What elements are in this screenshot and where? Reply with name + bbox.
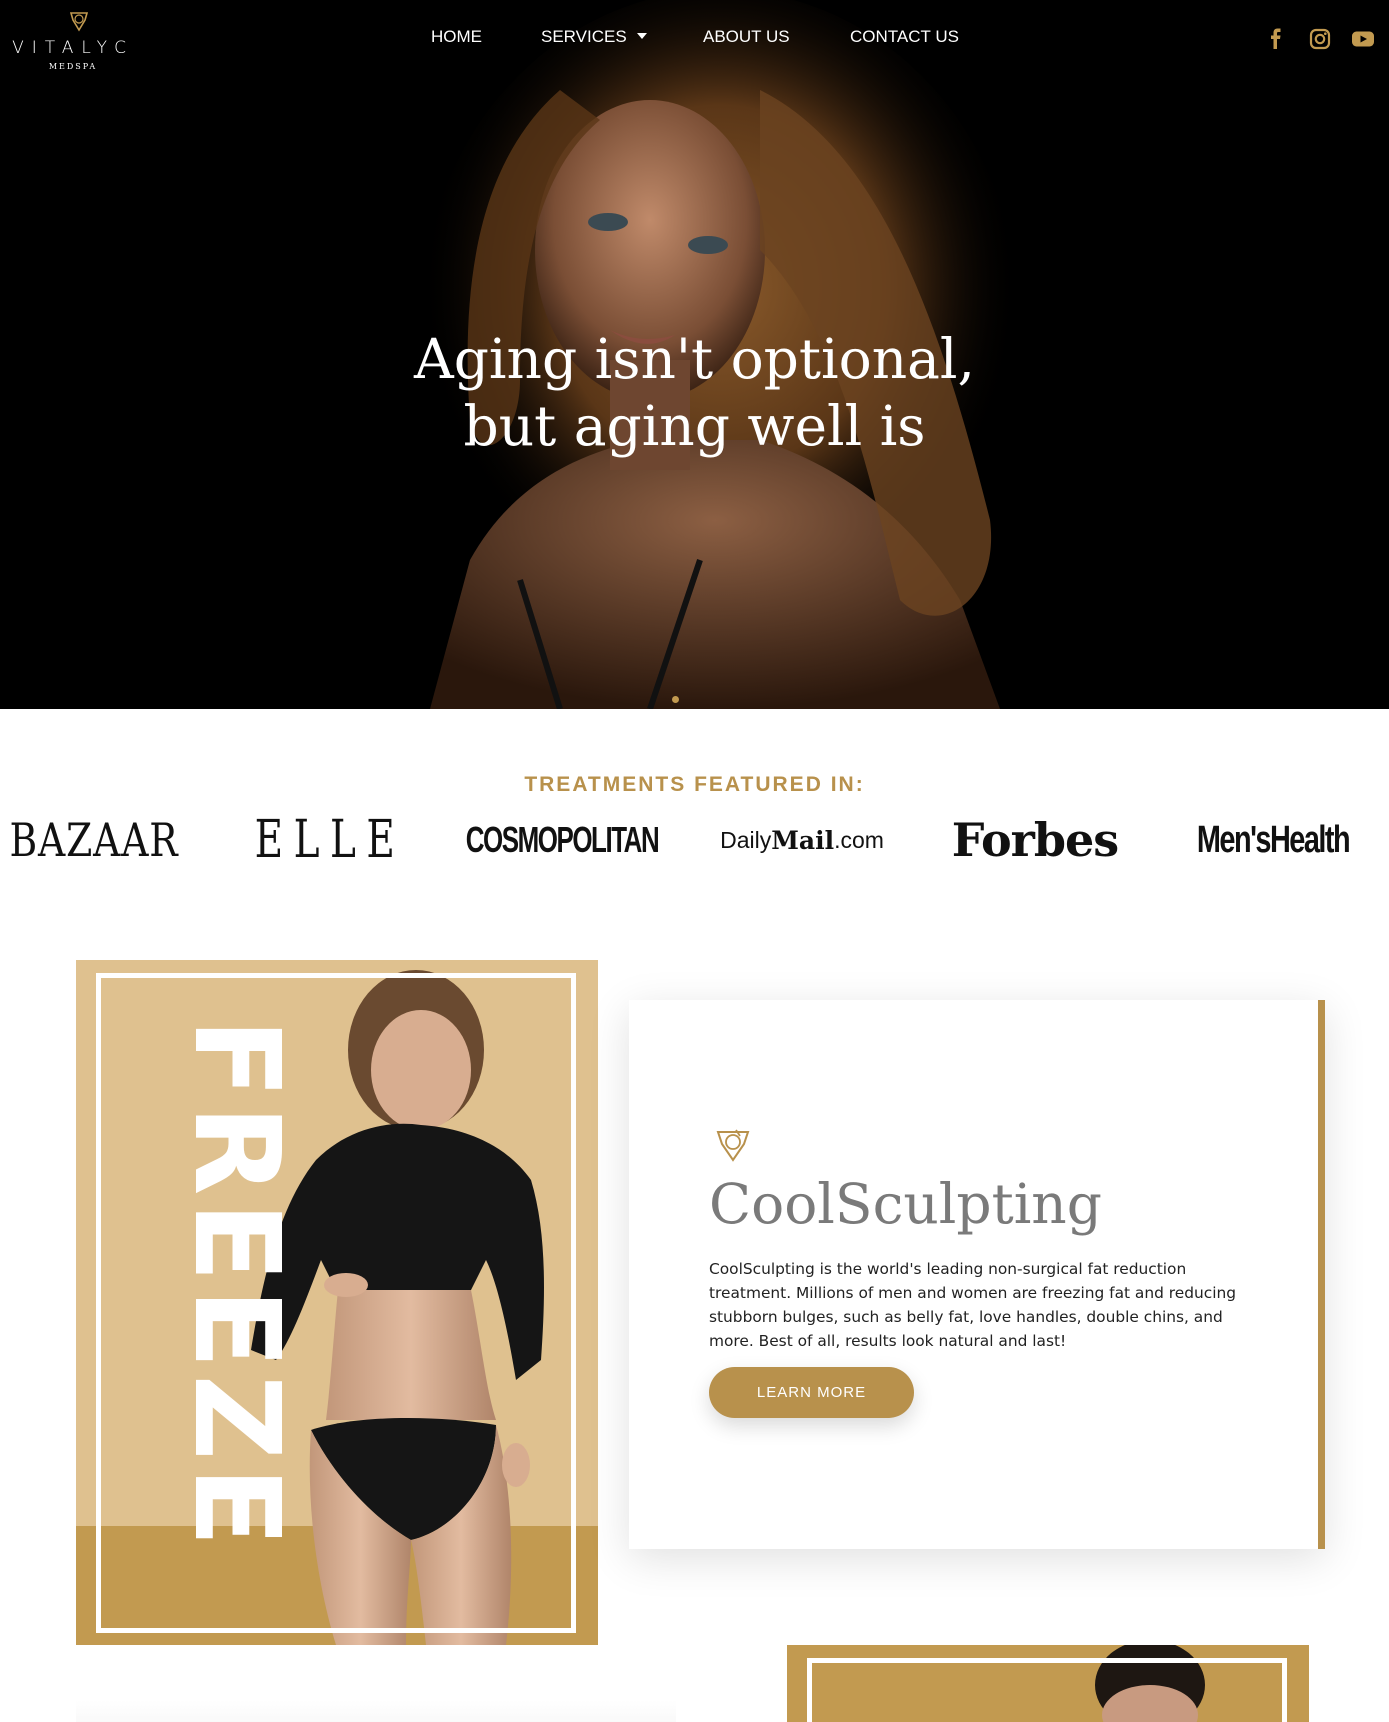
- freeze-vertical-word: FREEZE: [168, 1018, 306, 1553]
- logo-dailymail-part-3: .com: [834, 826, 884, 853]
- logo-subtitle: MEDSPA: [48, 62, 98, 71]
- logo-elle-text: ELLE: [254, 810, 406, 870]
- card-title: CoolSculpting: [709, 1172, 1102, 1236]
- logo-dailymail-part-1: Daily: [720, 826, 772, 853]
- instagram-icon[interactable]: [1307, 26, 1333, 52]
- caret-down-icon: [636, 33, 647, 39]
- next-card-shadow: [76, 1700, 676, 1722]
- coolsculpting-card: CoolSculpting CoolSculpting is the world…: [629, 1000, 1325, 1549]
- logo-mens-health: Men'sHealth: [1197, 812, 1351, 868]
- logo-forbes: Forbes: [950, 812, 1120, 868]
- logo-dailymail-part-2: Mail: [771, 825, 835, 855]
- nav-contact[interactable]: CONTACT US: [850, 27, 959, 47]
- logo-harpers-bazaar: BAZAAR: [10, 812, 178, 868]
- next-image-panel: [787, 1645, 1309, 1722]
- logo-elle: ELLE: [255, 810, 395, 870]
- nav-home[interactable]: HOME: [431, 27, 482, 47]
- featured-in-title: TREATMENTS FEATURED IN:: [524, 773, 865, 796]
- nav-services-label: SERVICES: [541, 27, 627, 46]
- card-description: CoolSculpting is the world's leading non…: [709, 1260, 1237, 1350]
- logo-cosmopolitan: COSMOPOLITAN: [466, 812, 660, 868]
- logo-forbes-text: Forbes: [951, 813, 1119, 867]
- brand-crest-icon: [716, 1129, 750, 1162]
- youtube-icon[interactable]: [1350, 26, 1376, 52]
- next-image-border: [807, 1658, 1287, 1722]
- logo-cosmopolitan-text: COSMOPOLITAN: [465, 819, 660, 860]
- card-accent-bar: [1318, 1000, 1325, 1549]
- hero-headline-line-1: Aging isn't optional,: [414, 327, 975, 391]
- logo-mens-health-text: Men'sHealth: [1196, 818, 1351, 861]
- facebook-icon[interactable]: [1263, 26, 1289, 52]
- logo-harpers-bazaar-text: BAZAAR: [9, 813, 179, 867]
- freeze-image-panel: FREEZE: [76, 960, 598, 1645]
- nav-about[interactable]: ABOUT US: [703, 27, 790, 47]
- hero-headline-line-2: but aging well is: [463, 394, 926, 458]
- learn-more-button[interactable]: LEARN MORE: [709, 1367, 914, 1418]
- nav-services[interactable]: SERVICES: [541, 27, 647, 47]
- slider-dot-active[interactable]: [672, 696, 679, 703]
- hero-section: VITALYC MEDSPA HOME SERVICES ABOUT US CO…: [0, 0, 1389, 709]
- main-nav: HOME SERVICES ABOUT US CONTACT US: [0, 27, 1389, 51]
- hero-headline: Aging isn't optional, but aging well is: [0, 326, 1389, 460]
- logo-dailymail: Daily Mail .com: [716, 812, 888, 868]
